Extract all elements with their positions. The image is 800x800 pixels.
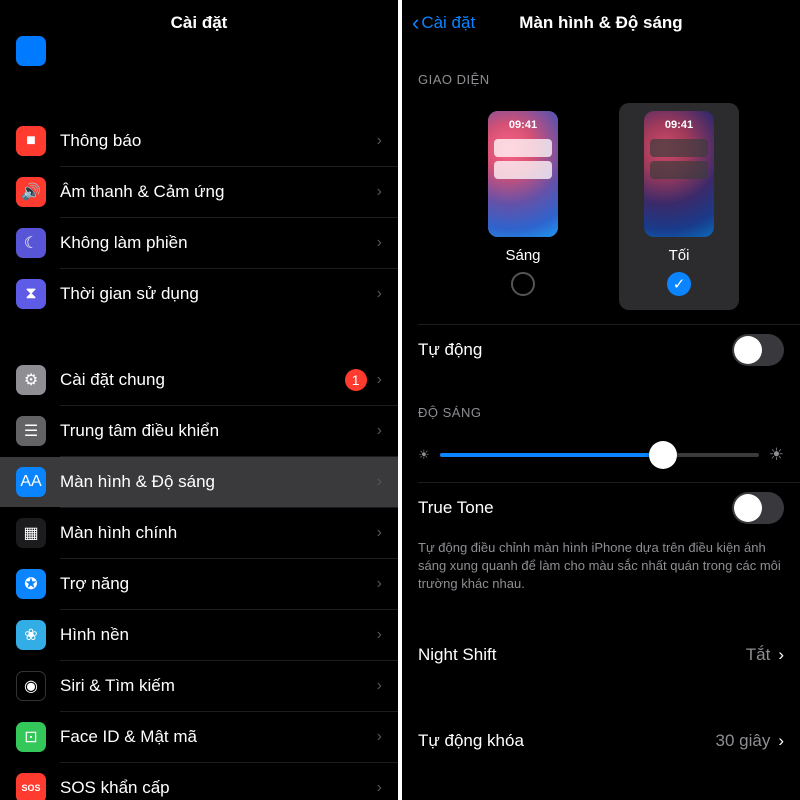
screentime-icon: ⧗: [16, 279, 46, 309]
row-label: Trung tâm điều khiển: [60, 421, 377, 441]
row-label: Hình nền: [60, 625, 377, 645]
truetone-footnote: Tự động điều chỉnh màn hình iPhone dựa t…: [402, 533, 800, 610]
settings-row-accessibility[interactable]: ✪ Trợ năng›: [0, 559, 398, 609]
back-label: Cài đặt: [421, 13, 475, 33]
notifications-icon: ■: [16, 126, 46, 156]
settings-list-pane: Cài đặt ■Thông báo›🔊Âm thanh & Cảm ứng›☾…: [0, 0, 398, 800]
homescreen-icon: ▦: [16, 518, 46, 548]
chevron-right-icon: ›: [377, 473, 382, 491]
settings-row-sos[interactable]: SOS SOS khẩn cấp›: [0, 763, 398, 800]
sounds-icon: 🔊: [16, 177, 46, 207]
brightness-slider[interactable]: [440, 440, 759, 470]
chevron-right-icon: ›: [377, 285, 382, 303]
truetone-label: True Tone: [418, 498, 732, 518]
badge: 1: [345, 369, 367, 391]
row-label: SOS khẩn cấp: [60, 778, 377, 798]
settings-row-wallpaper[interactable]: ❀ Hình nền›: [0, 610, 398, 660]
settings-title: Cài đặt: [171, 13, 228, 33]
autolock-row[interactable]: Tự động khóa 30 giây ›: [402, 716, 800, 766]
back-button[interactable]: ‹ Cài đặt: [412, 0, 475, 46]
accessibility-icon: ✪: [16, 569, 46, 599]
chevron-right-icon: ›: [778, 731, 784, 751]
settings-row-control-center[interactable]: ☰ Trung tâm điều khiển›: [0, 406, 398, 456]
appearance-section-title: GIAO DIỆN: [402, 72, 800, 87]
sos-icon: SOS: [16, 773, 46, 800]
preview-time: 09:41: [488, 119, 558, 131]
general-icon: ⚙: [16, 365, 46, 395]
dark-radio[interactable]: ✓: [667, 272, 691, 296]
dnd-icon: ☾: [16, 228, 46, 258]
settings-row-screentime[interactable]: ⧗ Thời gian sử dụng›: [0, 269, 398, 319]
detail-header: ‹ Cài đặt Màn hình & Độ sáng: [402, 0, 800, 46]
appearance-light-option[interactable]: 09:41 Sáng: [463, 103, 583, 310]
row-label: Không làm phiền: [60, 233, 377, 253]
faceid-icon: ⊡: [16, 722, 46, 752]
autolock-label: Tự động khóa: [418, 731, 716, 751]
chevron-right-icon: ›: [377, 626, 382, 644]
row-label: Cài đặt chung: [60, 370, 345, 390]
settings-row-sounds[interactable]: 🔊 Âm thanh & Cảm ứng›: [0, 167, 398, 217]
settings-row-faceid[interactable]: ⊡ Face ID & Mật mã›: [0, 712, 398, 762]
dark-label: Tối: [669, 247, 690, 264]
chevron-right-icon: ›: [377, 422, 382, 440]
preview-time: 09:41: [644, 119, 714, 131]
row-label: Siri & Tìm kiếm: [60, 676, 377, 696]
automatic-label: Tự động: [418, 340, 732, 360]
vpn-row-partial[interactable]: [0, 46, 398, 80]
automatic-toggle[interactable]: [732, 334, 784, 366]
appearance-picker: 09:41 Sáng 09:41 Tối ✓: [402, 95, 800, 324]
sun-small-icon: ☀: [418, 447, 430, 463]
settings-row-general[interactable]: ⚙ Cài đặt chung1 ›: [0, 355, 398, 405]
light-label: Sáng: [505, 247, 540, 264]
chevron-left-icon: ‹: [412, 12, 419, 34]
nightshift-value: Tắt: [746, 645, 771, 665]
settings-row-display[interactable]: AA Màn hình & Độ sáng›: [0, 457, 398, 507]
row-label: Thông báo: [60, 131, 377, 151]
wallpaper-icon: ❀: [16, 620, 46, 650]
chevron-right-icon: ›: [377, 371, 382, 389]
detail-title: Màn hình & Độ sáng: [519, 13, 682, 33]
brightness-section-title: ĐỘ SÁNG: [402, 405, 800, 420]
display-icon: AA: [16, 467, 46, 497]
sun-large-icon: ☀: [769, 445, 784, 465]
row-label: Trợ năng: [60, 574, 377, 594]
truetone-row: True Tone: [402, 483, 800, 533]
settings-row-siri[interactable]: ◉ Siri & Tìm kiếm›: [0, 661, 398, 711]
truetone-toggle[interactable]: [732, 492, 784, 524]
chevron-right-icon: ›: [377, 677, 382, 695]
chevron-right-icon: ›: [377, 728, 382, 746]
nightshift-label: Night Shift: [418, 645, 746, 665]
brightness-slider-row: ☀ ☀: [402, 428, 800, 482]
row-label: Màn hình & Độ sáng: [60, 472, 377, 492]
automatic-row: Tự động: [402, 325, 800, 375]
siri-icon: ◉: [16, 671, 46, 701]
light-radio[interactable]: [511, 272, 535, 296]
vpn-icon: [16, 36, 46, 66]
settings-row-homescreen[interactable]: ▦ Màn hình chính›: [0, 508, 398, 558]
dark-preview: 09:41: [644, 111, 714, 237]
settings-header: Cài đặt: [0, 0, 398, 46]
row-label: Màn hình chính: [60, 523, 377, 543]
settings-row-notifications[interactable]: ■ Thông báo›: [0, 116, 398, 166]
nightshift-row[interactable]: Night Shift Tắt ›: [402, 630, 800, 680]
row-label: Âm thanh & Cảm ứng: [60, 182, 377, 202]
chevron-right-icon: ›: [377, 524, 382, 542]
settings-row-dnd[interactable]: ☾ Không làm phiền›: [0, 218, 398, 268]
chevron-right-icon: ›: [377, 575, 382, 593]
control-center-icon: ☰: [16, 416, 46, 446]
display-brightness-pane: ‹ Cài đặt Màn hình & Độ sáng GIAO DIỆN 0…: [402, 0, 800, 800]
chevron-right-icon: ›: [377, 779, 382, 797]
row-label: Thời gian sử dụng: [60, 284, 377, 304]
chevron-right-icon: ›: [377, 234, 382, 252]
appearance-dark-option[interactable]: 09:41 Tối ✓: [619, 103, 739, 310]
chevron-right-icon: ›: [377, 183, 382, 201]
light-preview: 09:41: [488, 111, 558, 237]
autolock-value: 30 giây: [716, 731, 771, 751]
chevron-right-icon: ›: [377, 132, 382, 150]
chevron-right-icon: ›: [778, 645, 784, 665]
row-label: Face ID & Mật mã: [60, 727, 377, 747]
